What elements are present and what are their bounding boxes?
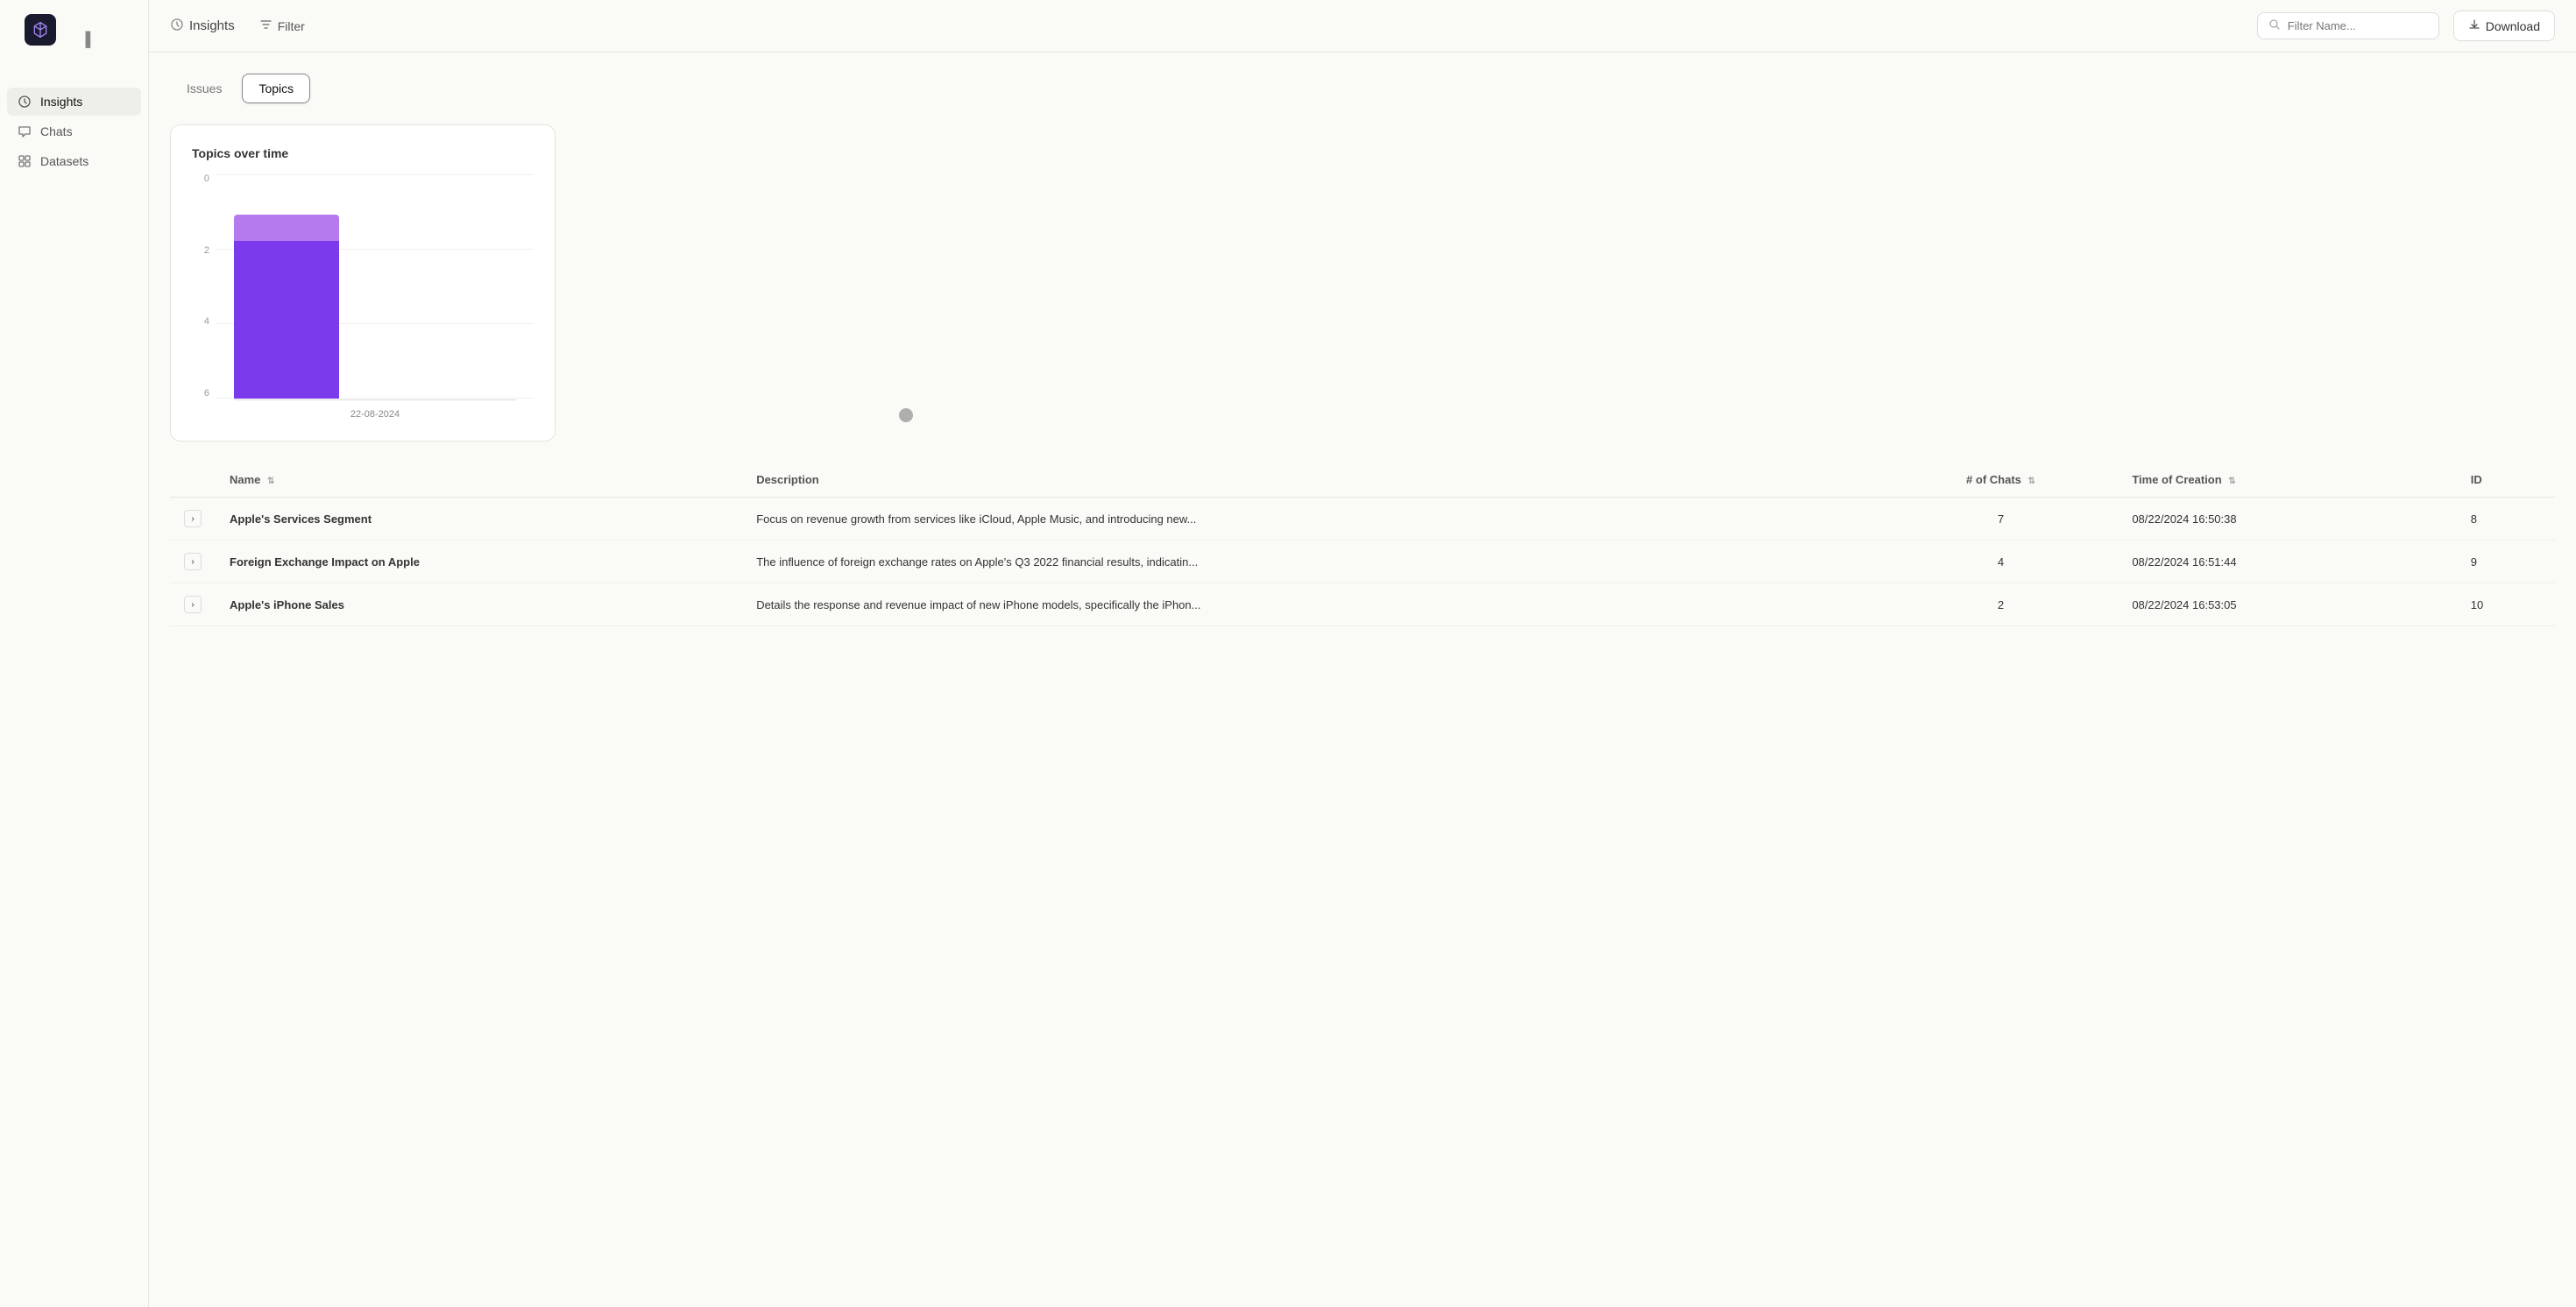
col-chats-header[interactable]: # of Chats ⇅: [1884, 463, 2119, 498]
row-desc-2: Details the response and revenue impact …: [742, 583, 1883, 626]
data-table: Name ⇅ Description # of Chats ⇅ Time of …: [170, 463, 2555, 626]
tab-topics[interactable]: Topics: [242, 74, 310, 103]
expand-icon-0: ›: [184, 510, 202, 527]
row-id-2: 10: [2457, 583, 2555, 626]
sidebar-datasets-label: Datasets: [40, 154, 88, 168]
topbar-title: Insights: [170, 18, 235, 35]
topbar: Insights Filter: [149, 0, 2576, 53]
row-time-1: 08/22/2024 16:51:44: [2118, 540, 2456, 583]
app-logo[interactable]: [25, 14, 56, 46]
col-time-header[interactable]: Time of Creation ⇅: [2118, 463, 2456, 498]
chart-y-axis: 6 4 2 0: [192, 174, 209, 420]
chart-area: 6 4 2 0: [192, 174, 534, 420]
table-row: › Foreign Exchange Impact on Apple The i…: [170, 540, 2555, 583]
row-desc-0: Focus on revenue growth from services li…: [742, 498, 1883, 540]
filter-name-input-wrap: [2257, 12, 2439, 39]
name-sort-icon: ⇅: [267, 477, 274, 486]
download-label: Download: [2486, 19, 2540, 33]
row-chats-0: 7: [1884, 498, 2119, 540]
row-chats-1: 4: [1884, 540, 2119, 583]
chart-x-labels: 22-08-2024: [216, 409, 534, 420]
content-area: Issues Topics Topics over time 6 4 2 0: [149, 53, 2576, 1307]
y-label-4: 4: [192, 317, 209, 327]
row-name-2: Apple's iPhone Sales: [216, 583, 742, 626]
filter-icon: [259, 18, 272, 34]
sidebar-chats-label: Chats: [40, 124, 73, 138]
table-section: Name ⇅ Description # of Chats ⇅ Time of …: [170, 463, 2555, 1286]
chart-plot: 22-08-2024: [216, 174, 534, 420]
filter-button[interactable]: Filter: [249, 13, 315, 39]
sidebar-item-chats[interactable]: Chats: [7, 117, 141, 145]
bar-bottom: [234, 241, 339, 399]
col-expand-header: [170, 463, 216, 498]
sidebar-item-insights[interactable]: Insights: [7, 88, 141, 116]
chats-icon: [18, 124, 32, 138]
chart-title: Topics over time: [192, 146, 534, 160]
col-id-header: ID: [2457, 463, 2555, 498]
row-id-0: 8: [2457, 498, 2555, 540]
col-name-header[interactable]: Name ⇅: [216, 463, 742, 498]
table-row: › Apple's iPhone Sales Details the respo…: [170, 583, 2555, 626]
sidebar-item-datasets[interactable]: Datasets: [7, 147, 141, 175]
main-content: Insights Filter: [149, 0, 2576, 1307]
x-label: 22-08-2024: [234, 409, 516, 420]
table-header: Name ⇅ Description # of Chats ⇅ Time of …: [170, 463, 2555, 498]
row-expand-2[interactable]: ›: [170, 583, 216, 626]
topbar-insights-text: Insights: [189, 18, 235, 33]
chart-card: Topics over time 6 4 2 0: [170, 124, 556, 442]
sidebar-nav: Insights Chats Datasets: [0, 88, 148, 175]
expand-icon-1: ›: [184, 553, 202, 570]
sidebar-toggle[interactable]: ▐: [81, 32, 90, 48]
row-time-0: 08/22/2024 16:50:38: [2118, 498, 2456, 540]
table-body: › Apple's Services Segment Focus on reve…: [170, 498, 2555, 626]
col-desc-header: Description: [742, 463, 1883, 498]
search-icon: [2268, 18, 2281, 33]
y-label-6: 6: [192, 389, 209, 399]
tabs: Issues Topics: [170, 74, 2555, 103]
time-sort-icon: ⇅: [2228, 477, 2235, 486]
chats-sort-icon: ⇅: [2028, 477, 2035, 486]
row-time-2: 08/22/2024 16:53:05: [2118, 583, 2456, 626]
bar-group-1: [234, 215, 339, 399]
topbar-insights-icon: [170, 18, 184, 35]
filter-label: Filter: [278, 19, 305, 33]
row-name-1: Foreign Exchange Impact on Apple: [216, 540, 742, 583]
row-desc-1: The influence of foreign exchange rates …: [742, 540, 1883, 583]
download-button[interactable]: Download: [2453, 11, 2555, 41]
row-id-1: 9: [2457, 540, 2555, 583]
sidebar-insights-label: Insights: [40, 95, 82, 109]
y-label-2: 2: [192, 246, 209, 256]
row-expand-0[interactable]: ›: [170, 498, 216, 540]
chart-bars: [216, 174, 534, 399]
filter-name-input[interactable]: [2288, 19, 2428, 32]
sidebar: ▐ Insights Chats: [0, 0, 149, 1307]
datasets-icon: [18, 154, 32, 168]
tab-issues[interactable]: Issues: [170, 74, 238, 103]
row-name-0: Apple's Services Segment: [216, 498, 742, 540]
bar-top: [234, 215, 339, 241]
chart-x-line: [234, 399, 516, 400]
row-chats-2: 2: [1884, 583, 2119, 626]
y-label-0: 0: [192, 174, 209, 184]
insights-icon: [18, 95, 32, 109]
download-icon: [2468, 18, 2480, 33]
table-row: › Apple's Services Segment Focus on reve…: [170, 498, 2555, 540]
row-expand-1[interactable]: ›: [170, 540, 216, 583]
expand-icon-2: ›: [184, 596, 202, 613]
